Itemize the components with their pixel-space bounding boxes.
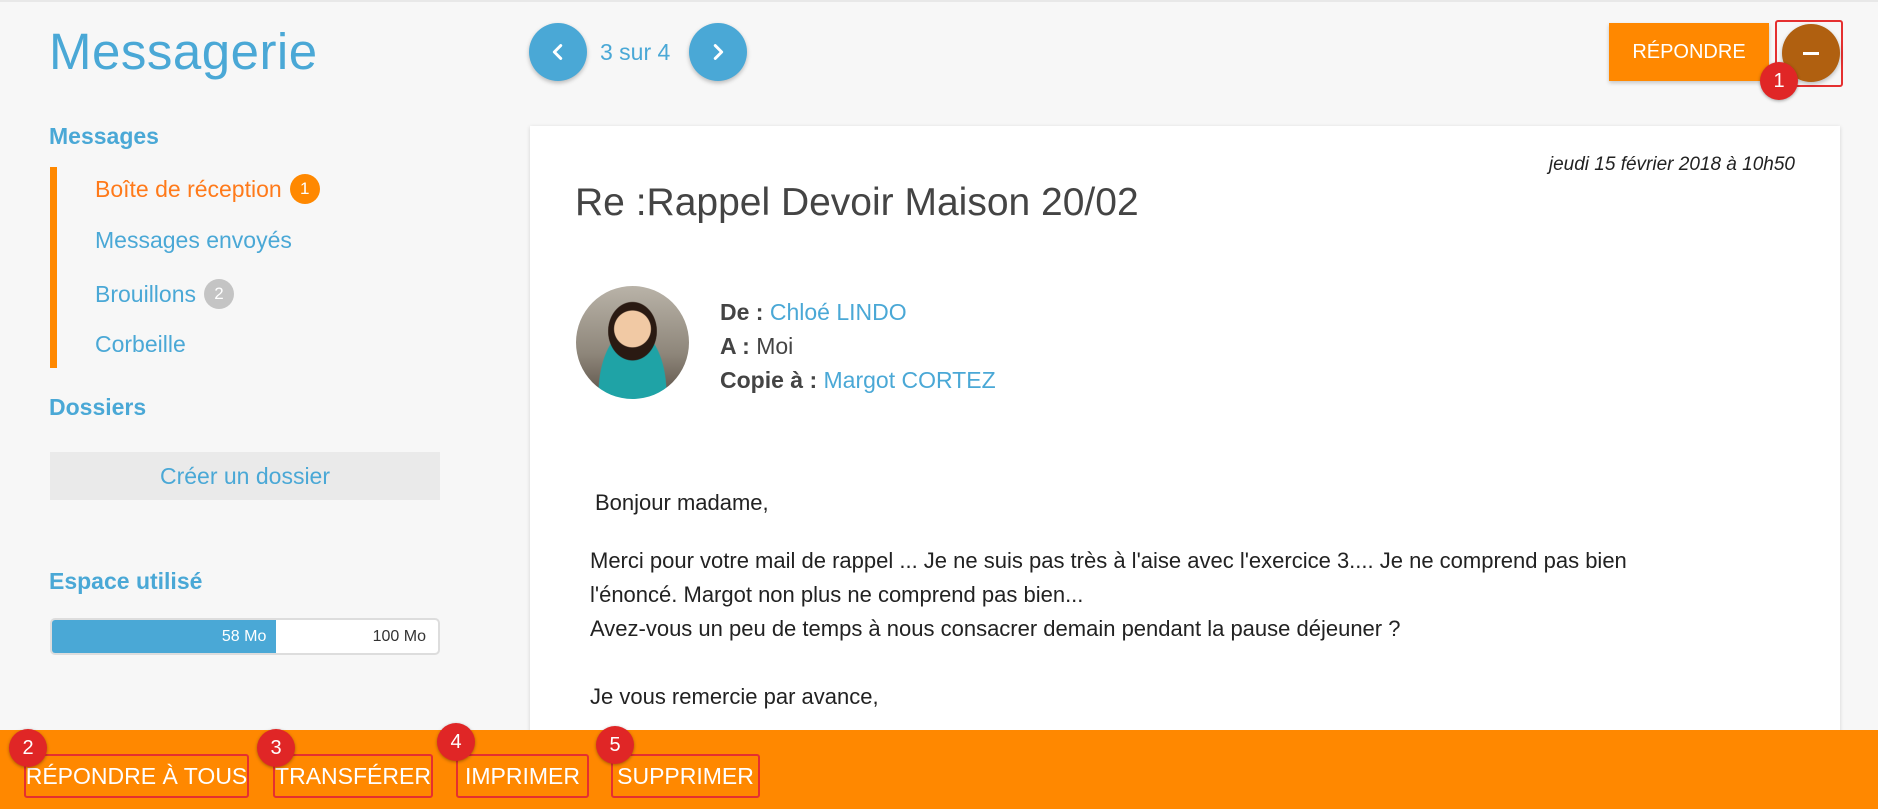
chevron-left-icon bbox=[552, 44, 563, 60]
reply-all-button[interactable]: RÉPONDRE À TOUS bbox=[24, 754, 249, 798]
to-label: A : bbox=[720, 333, 750, 359]
marker-5: 5 bbox=[596, 726, 634, 764]
cc-label: Copie à : bbox=[720, 367, 818, 393]
draft-count-badge: 2 bbox=[204, 279, 234, 309]
message-subject: Re :Rappel Devoir Maison 20/02 bbox=[575, 181, 1139, 224]
folder-trash[interactable]: Corbeille bbox=[95, 331, 186, 358]
sender-link[interactable]: Chloé LINDO bbox=[770, 299, 907, 325]
folder-inbox[interactable]: Boîte de réception 1 bbox=[95, 174, 320, 204]
create-folder-button[interactable]: Créer un dossier bbox=[50, 452, 440, 500]
print-button[interactable]: IMPRIMER bbox=[456, 754, 589, 798]
next-message-button[interactable] bbox=[689, 23, 747, 81]
storage-total-label: 100 Mo bbox=[372, 628, 426, 645]
recipient-name: Moi bbox=[756, 333, 794, 359]
page-title: Messagerie bbox=[49, 23, 318, 80]
chevron-right-icon bbox=[713, 44, 724, 60]
folder-label: Brouillons bbox=[95, 280, 196, 307]
message-card: jeudi 15 février 2018 à 10h50 Re :Rappel… bbox=[530, 126, 1840, 736]
storage-used-label: 58 Mo bbox=[221, 628, 267, 645]
unread-count-badge: 1 bbox=[289, 174, 320, 204]
folder-list: Boîte de réception 1 Messages envoyés Br… bbox=[50, 167, 350, 368]
storage-usage-bar: 58 Mo 100 Mo bbox=[50, 618, 440, 655]
message-body-line: Bonjour madame, bbox=[595, 490, 769, 515]
folder-label: Boîte de réception bbox=[95, 175, 282, 202]
folder-drafts[interactable]: Brouillons 2 bbox=[95, 279, 234, 309]
message-body-line: Merci pour votre mail de rappel ... Je n… bbox=[590, 548, 1627, 573]
marker-3: 3 bbox=[257, 729, 295, 767]
message-body-line: l'énoncé. Margot non plus ne comprend pa… bbox=[590, 582, 1084, 607]
folders-heading: Dossiers bbox=[49, 394, 147, 420]
storage-heading: Espace utilisé bbox=[49, 568, 203, 594]
delete-button[interactable]: SUPPRIMER bbox=[611, 754, 760, 798]
folder-label: Corbeille bbox=[95, 331, 186, 357]
pagination-indicator: 3 sur 4 bbox=[600, 39, 671, 65]
previous-message-button[interactable] bbox=[529, 23, 587, 81]
message-date: jeudi 15 février 2018 à 10h50 bbox=[1548, 154, 1795, 175]
marker-4: 4 bbox=[437, 723, 475, 761]
message-body-line: Je vous remercie par avance, bbox=[590, 684, 879, 709]
cc-row: Copie à : Margot CORTEZ bbox=[720, 367, 996, 394]
sender-avatar bbox=[576, 286, 689, 399]
from-label: De : bbox=[720, 299, 764, 325]
reply-button[interactable]: RÉPONDRE bbox=[1609, 23, 1769, 81]
cc-recipient-link[interactable]: Margot CORTEZ bbox=[824, 367, 996, 393]
from-row: De : Chloé LINDO bbox=[720, 299, 907, 326]
message-body-line: Avez-vous un peu de temps à nous consacr… bbox=[590, 616, 1401, 641]
minus-icon bbox=[1803, 51, 1819, 55]
to-row: A : Moi bbox=[720, 333, 793, 360]
folder-sent[interactable]: Messages envoyés bbox=[95, 227, 292, 254]
folder-label: Messages envoyés bbox=[95, 227, 292, 253]
forward-button[interactable]: TRANSFÉRER bbox=[273, 754, 433, 798]
messages-heading: Messages bbox=[49, 123, 159, 149]
marker-2: 2 bbox=[9, 729, 47, 767]
marker-1: 1 bbox=[1760, 62, 1798, 100]
